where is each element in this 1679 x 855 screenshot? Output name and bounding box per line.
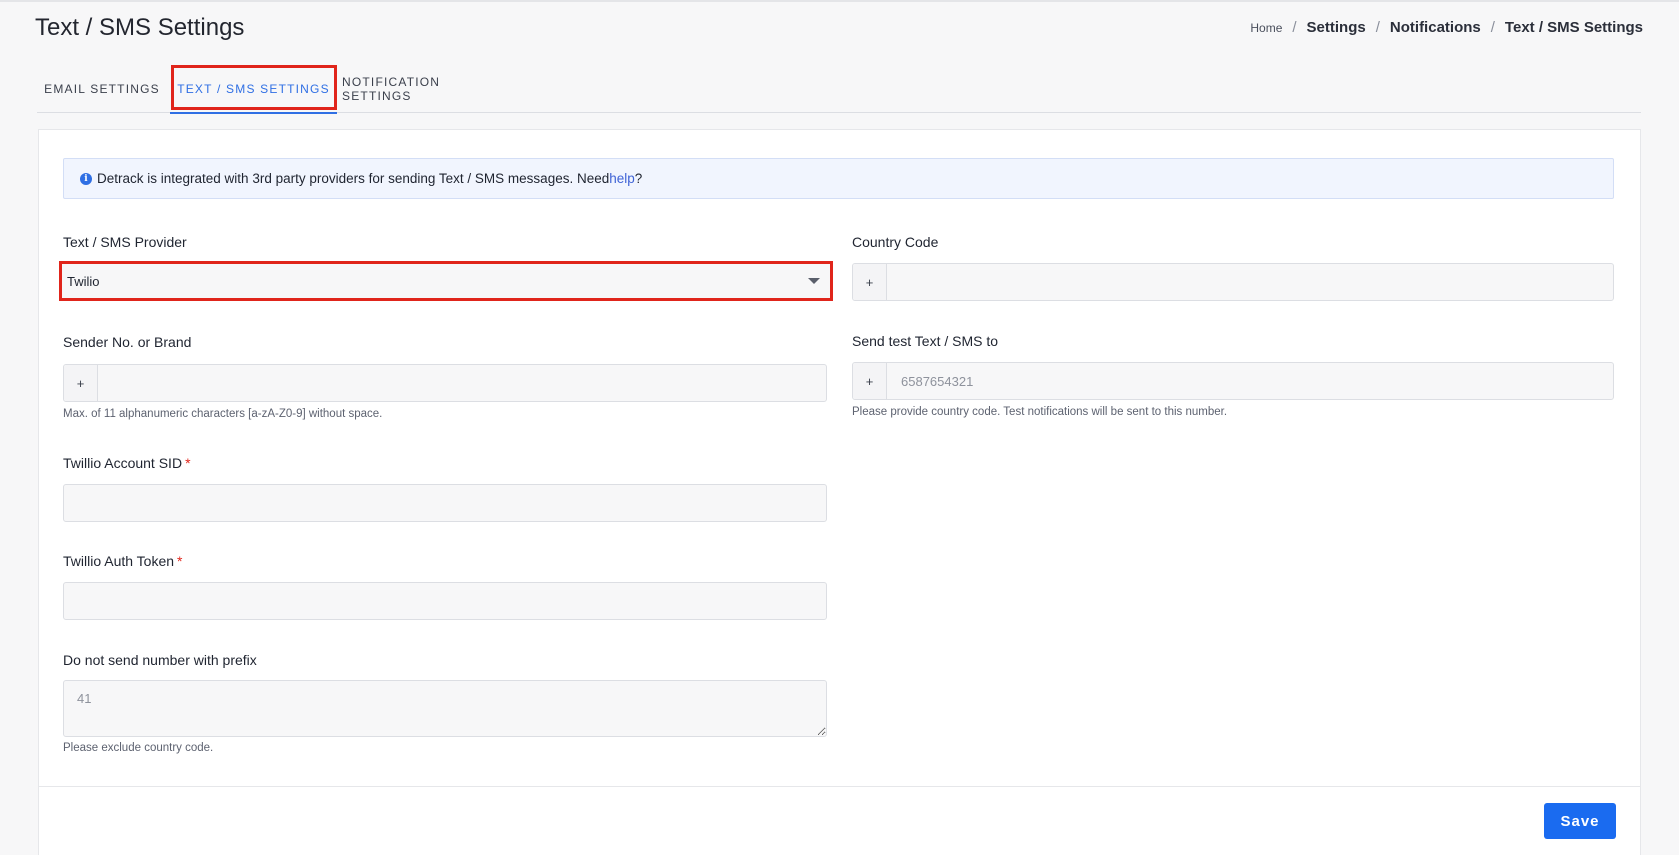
test-to-prefix: +: [853, 363, 887, 399]
breadcrumb-separator: /: [1292, 19, 1297, 36]
help-link[interactable]: help: [609, 171, 635, 186]
test-to-input[interactable]: [887, 363, 1613, 399]
test-to-help: Please provide country code. Test notifi…: [852, 406, 1228, 418]
tab-notification-settings[interactable]: NOTIFICATION SETTINGS: [342, 64, 512, 113]
sms-settings-card: i Detrack is integrated with 3rd party p…: [38, 129, 1641, 855]
tab-email-settings[interactable]: EMAIL SETTINGS: [37, 64, 167, 113]
auth-token-label: Twillio Auth Token *: [63, 553, 182, 569]
provider-select[interactable]: Twilio: [59, 261, 833, 301]
country-code-input-group: +: [852, 263, 1614, 301]
info-text: Detrack is integrated with 3rd party pro…: [97, 171, 610, 186]
breadcrumb-separator: /: [1490, 19, 1495, 36]
settings-tabs: EMAIL SETTINGS TEXT / SMS SETTINGS NOTIF…: [37, 64, 1641, 114]
country-code-input[interactable]: [887, 264, 1613, 300]
test-to-label: Send test Text / SMS to: [852, 333, 999, 349]
exclude-prefix-help: Please exclude country code.: [63, 742, 214, 754]
sender-label: Sender No. or Brand: [63, 334, 192, 350]
provider-label: Text / SMS Provider: [63, 234, 187, 250]
breadcrumb-settings[interactable]: Settings: [1307, 19, 1366, 36]
provider-selected-value: Twilio: [67, 273, 100, 289]
top-border: [0, 0, 1679, 2]
account-sid-input[interactable]: [63, 484, 827, 522]
sender-input[interactable]: [98, 365, 826, 401]
sender-prefix: +: [64, 365, 98, 401]
country-code-label: Country Code: [852, 234, 939, 250]
page-title: Text / SMS Settings: [35, 14, 245, 41]
breadcrumb-notifications[interactable]: Notifications: [1390, 19, 1481, 36]
sender-help: Max. of 11 alphanumeric characters [a-zA…: [63, 408, 383, 420]
auth-token-input[interactable]: [63, 582, 827, 620]
info-suffix: ?: [634, 171, 643, 186]
chevron-down-icon: [808, 278, 820, 284]
info-icon: i: [80, 172, 92, 185]
sender-input-group: +: [63, 364, 827, 402]
account-sid-label: Twillio Account SID *: [63, 455, 191, 471]
exclude-prefix-textarea[interactable]: [63, 680, 827, 737]
info-banner: i Detrack is integrated with 3rd party p…: [63, 158, 1614, 199]
exclude-prefix-label: Do not send number with prefix: [63, 652, 257, 668]
breadcrumb-home[interactable]: Home: [1250, 21, 1282, 35]
required-mark: *: [177, 553, 183, 569]
auth-token-label-text: Twillio Auth Token: [63, 553, 175, 569]
breadcrumb: Home / Settings / Notifications / Text /…: [1250, 19, 1643, 36]
save-button[interactable]: Save: [1544, 803, 1616, 839]
footer-divider: [39, 786, 1640, 787]
breadcrumb-current: Text / SMS Settings: [1504, 19, 1643, 36]
test-to-input-group: +: [852, 362, 1614, 400]
required-mark: *: [185, 455, 191, 471]
breadcrumb-separator: /: [1375, 19, 1380, 36]
country-code-prefix: +: [853, 264, 887, 300]
tab-highlight-box: [171, 65, 337, 110]
account-sid-label-text: Twillio Account SID: [63, 455, 183, 471]
